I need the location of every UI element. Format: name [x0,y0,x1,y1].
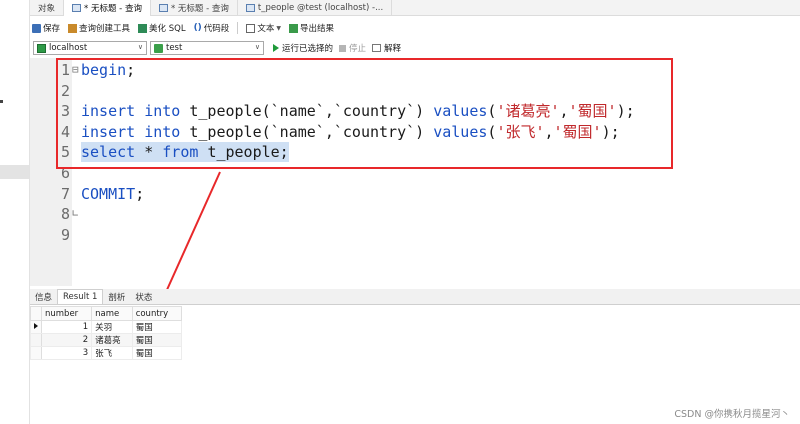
result-tab-bar: 信息 Result 1 剖析 状态 [30,289,800,305]
annotation-arrow-line [165,171,221,293]
annotation-arrow [162,171,221,300]
cell-name[interactable]: 诸葛亮 [91,333,133,347]
row-indicator-header [30,306,42,321]
tab-status[interactable]: 状态 [130,289,157,304]
cell-country[interactable]: 蜀国 [131,320,183,334]
row-indicator [30,333,42,347]
result-grid[interactable]: number name country 1 关羽 蜀国 2 诸葛亮 蜀国 3 张… [30,306,183,360]
cell-country[interactable]: 蜀国 [131,346,183,360]
cell-name[interactable]: 关羽 [91,320,133,334]
current-row-icon [34,323,38,329]
column-header-country[interactable]: country [131,306,183,321]
row-indicator [30,346,42,360]
column-header-number[interactable]: number [40,306,93,321]
row-indicator [30,320,42,334]
result-header-row: number name country [30,306,183,321]
cell-number[interactable]: 1 [40,320,93,334]
column-header-name[interactable]: name [91,306,133,321]
navicat-query-window: 对象 * 无标题 - 查询 * 无标题 - 查询 t_people @test … [0,0,800,424]
table-row[interactable]: 3 张飞 蜀国 [30,346,183,360]
cell-country[interactable]: 蜀国 [131,333,183,347]
cell-number[interactable]: 2 [40,333,93,347]
tab-info[interactable]: 信息 [30,289,57,304]
cell-name[interactable]: 张飞 [91,346,133,360]
csdn-watermark: CSDN @你携秋月揽星河丶 [674,409,790,420]
tab-result-1[interactable]: Result 1 [57,289,104,304]
cell-number[interactable]: 3 [40,346,93,360]
tab-profile[interactable]: 剖析 [103,289,130,304]
table-row[interactable]: 2 诸葛亮 蜀国 [30,333,183,347]
table-row[interactable]: 1 关羽 蜀国 [30,320,183,334]
